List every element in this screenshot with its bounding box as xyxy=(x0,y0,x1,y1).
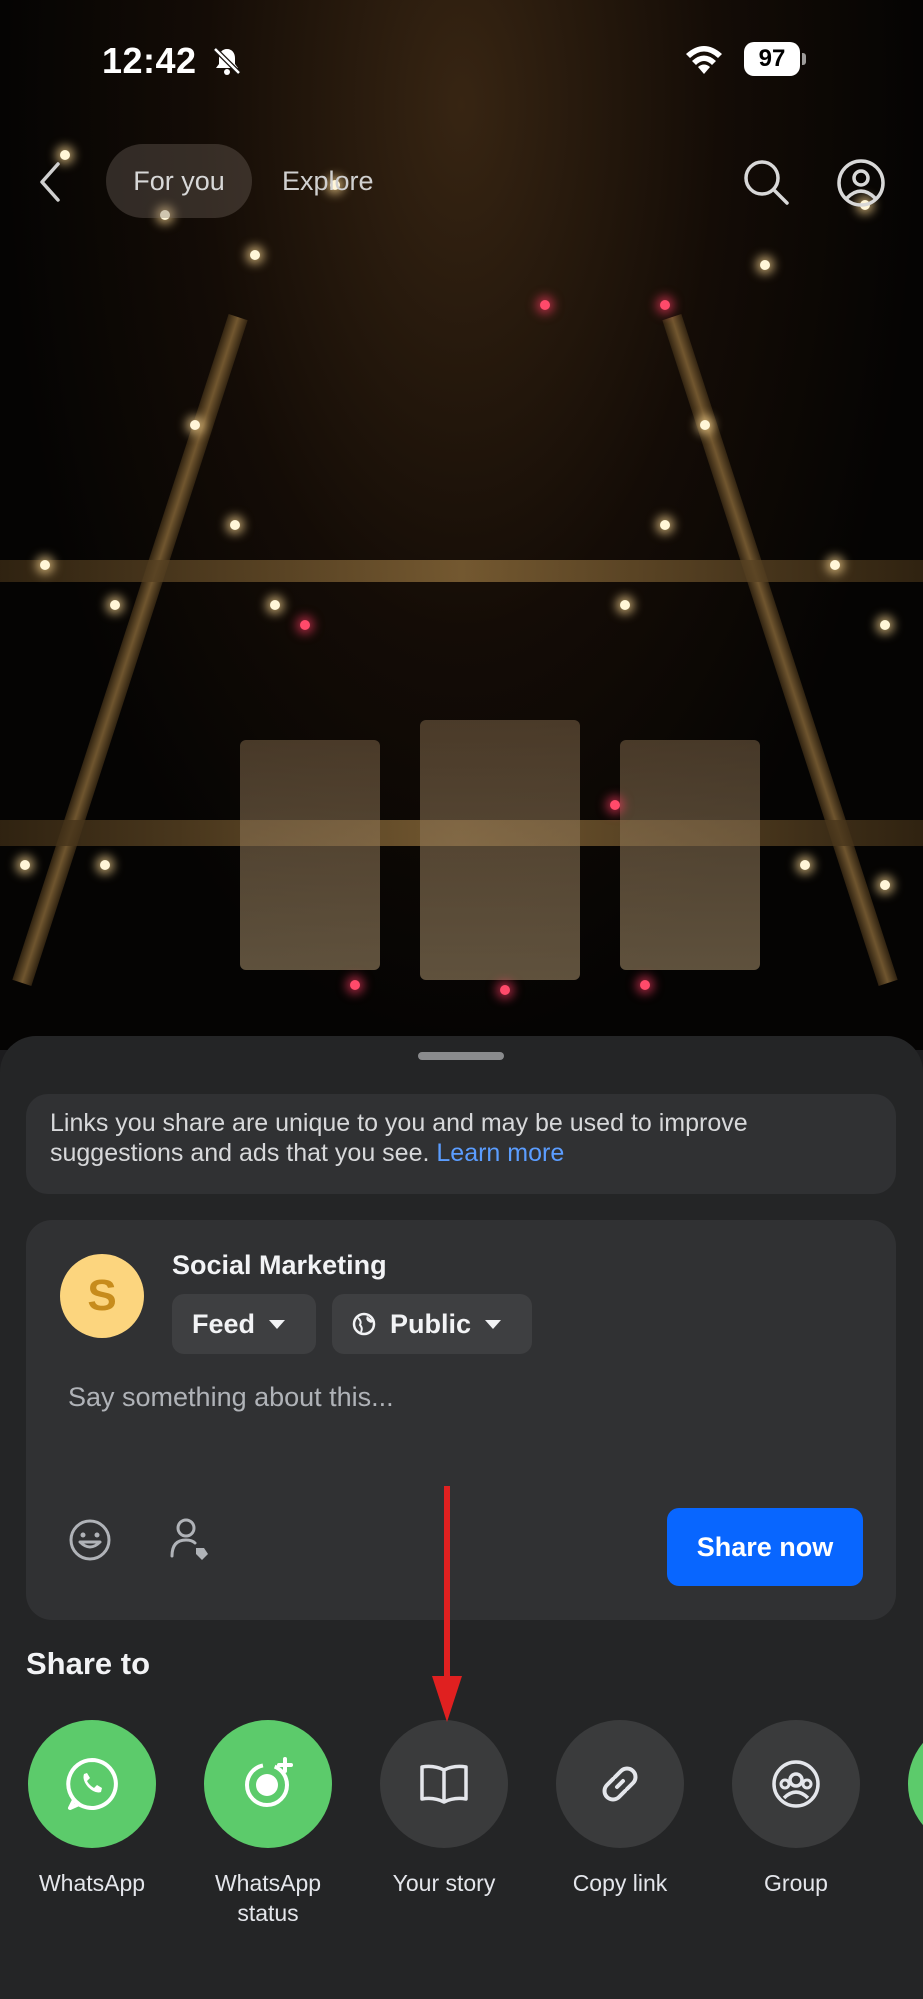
avatar: S xyxy=(60,1254,144,1338)
globe-icon xyxy=(352,1312,376,1336)
chevron-down-icon xyxy=(485,1319,502,1329)
share-target-label: Your story xyxy=(392,1870,496,1896)
book-icon[interactable] xyxy=(380,1720,508,1848)
link-icon[interactable] xyxy=(556,1720,684,1848)
page-name: Social Marketing xyxy=(172,1250,387,1280)
post-text-input[interactable]: Say something about this... xyxy=(68,1382,394,1413)
share-target-copy-link[interactable]: Copy link xyxy=(556,1720,684,1898)
destination-dropdown[interactable]: Feed xyxy=(172,1294,316,1354)
audience-dropdown[interactable]: Public xyxy=(332,1294,532,1354)
wifi-icon xyxy=(686,46,722,74)
destination-label: Feed xyxy=(192,1308,256,1339)
audience-label: Public xyxy=(390,1308,472,1339)
tab-explore[interactable]: Explore xyxy=(282,144,374,218)
back-icon[interactable] xyxy=(36,160,64,204)
status-time: 12:42 xyxy=(102,40,197,81)
top-nav: For you Explore xyxy=(0,142,923,222)
bell-muted-icon xyxy=(213,47,241,75)
privacy-notice: Links you share are unique to you and ma… xyxy=(26,1094,896,1194)
share-target-whatsapp[interactable]: WhatsApp xyxy=(28,1720,156,1898)
share-target-label: Copy link xyxy=(572,1870,668,1896)
profile-icon[interactable] xyxy=(836,158,886,208)
chevron-down-icon xyxy=(269,1319,286,1329)
share-to-heading: Share to xyxy=(26,1646,151,1681)
share-target-label: Group xyxy=(764,1870,828,1896)
whatsapp-status-icon[interactable] xyxy=(204,1720,332,1848)
share-target-label: WhatsApp xyxy=(38,1870,146,1896)
share-target-more-partial[interactable] xyxy=(908,1720,923,1848)
battery-level: 97 xyxy=(744,42,800,76)
whatsapp-icon[interactable] xyxy=(28,1720,156,1848)
share-now-button[interactable]: Share now xyxy=(667,1508,863,1586)
tab-for-you[interactable]: For you xyxy=(106,144,252,218)
learn-more-link[interactable]: Learn more xyxy=(436,1139,564,1167)
share-target-whatsapp-status[interactable]: WhatsApp status xyxy=(204,1720,332,1928)
sheet-drag-handle[interactable] xyxy=(418,1052,504,1060)
notice-text: Links you share are unique to you and ma… xyxy=(50,1109,748,1167)
status-bar: 12:42 97 xyxy=(0,36,923,86)
group-icon[interactable] xyxy=(732,1720,860,1848)
share-target-your-story[interactable]: Your story xyxy=(380,1720,508,1898)
share-target-group[interactable]: Group xyxy=(732,1720,860,1898)
search-icon[interactable] xyxy=(742,158,790,206)
emoji-icon[interactable] xyxy=(68,1518,112,1562)
tag-people-icon[interactable] xyxy=(168,1516,212,1562)
annotation-arrow xyxy=(432,1486,462,1722)
battery-indicator: 97 xyxy=(744,42,806,76)
share-target-label: WhatsApp status xyxy=(214,1870,322,1926)
